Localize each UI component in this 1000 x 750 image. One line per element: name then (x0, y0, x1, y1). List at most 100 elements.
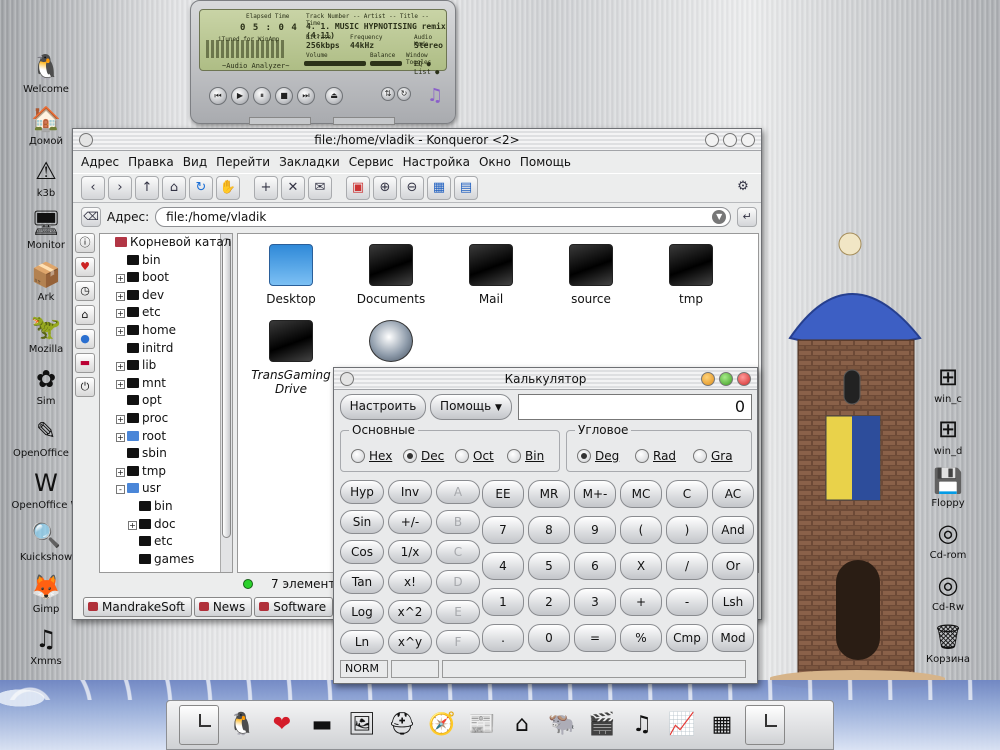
address-dropdown-icon[interactable]: ▼ (712, 210, 727, 224)
konqueror-gear-icon[interactable]: ⚙ (731, 176, 755, 200)
up-button[interactable]: ↑ (135, 176, 159, 200)
bookmark-folder[interactable]: Software (254, 597, 334, 617)
tree-item[interactable]: + tmp (100, 463, 232, 481)
calc-key-xky[interactable]: x^y (388, 630, 432, 654)
reload-button[interactable]: ↻ (189, 176, 213, 200)
tree-item[interactable]: + proc (100, 410, 232, 428)
panel-tux-icon[interactable]: 🐧 (225, 708, 259, 742)
menu-item[interactable]: Настройка (403, 155, 470, 169)
bookmark-folder[interactable]: MandrakeSoft (83, 597, 192, 617)
calc-key-mkk[interactable]: M+- (574, 480, 616, 508)
bookmark-folder[interactable]: News (193, 597, 253, 617)
calc-key-0[interactable]: 0 (528, 624, 570, 652)
file-item[interactable]: Mail (446, 234, 536, 306)
tree-item[interactable]: + root (100, 428, 232, 446)
calc-key-2[interactable]: 2 (528, 588, 570, 616)
calc-key-inv[interactable]: Inv (388, 480, 432, 504)
menu-item[interactable]: Правка (128, 155, 174, 169)
winamp-player[interactable]: Elapsed Time 0 5 : 0 4 iTuned for WinAmp… (190, 0, 456, 125)
tree-item[interactable]: games (100, 551, 232, 569)
sidebar-tab-bookmarks[interactable]: ♥ (75, 257, 95, 277)
sidebar-tab-home[interactable]: ⌂ (75, 305, 95, 325)
calculator-window[interactable]: Калькулятор Настроить Помощь ▼ 0 Основны… (333, 367, 758, 684)
sidebar-tab-services[interactable]: ⏻ (75, 377, 95, 397)
menu-item[interactable]: Помощь (520, 155, 571, 169)
panel-terminal-icon[interactable]: ▬ (305, 708, 339, 742)
tree-expander-icon[interactable]: - (116, 485, 125, 495)
pause-button[interactable]: ⏸ (253, 87, 271, 105)
calc-key-x[interactable]: X (620, 552, 662, 580)
tree-expander-icon[interactable]: + (116, 432, 125, 442)
address-input[interactable]: file:/home/vladik ▼ (155, 207, 732, 227)
configure-button[interactable]: Настроить (340, 394, 426, 420)
panel-clock-icon[interactable] (179, 705, 219, 745)
calc-window-menu-button[interactable] (340, 372, 354, 386)
balance-slider[interactable] (370, 61, 402, 66)
calc-key-c[interactable]: C (666, 480, 708, 508)
calc-key-ac[interactable]: AC (712, 480, 754, 508)
calc-minimize-button[interactable] (701, 372, 715, 386)
tree-expander-icon[interactable]: + (116, 291, 125, 301)
calc-key-xk[interactable]: x! (388, 570, 432, 594)
radio-oct[interactable]: Oct (455, 449, 494, 463)
panel-clapper-icon[interactable]: 🎬 (585, 708, 619, 742)
properties-button[interactable]: ✉ (308, 176, 332, 200)
menu-item[interactable]: Окно (479, 155, 511, 169)
sidebar-tab-history[interactable]: ◷ (75, 281, 95, 301)
eq-list-toggles[interactable]: EQ ● List ● (414, 60, 446, 76)
tree-item[interactable]: opt (100, 392, 232, 410)
tree-item[interactable]: Корневой катало (100, 234, 232, 252)
tree-expander-icon[interactable]: + (116, 379, 125, 389)
calculator-titlebar[interactable]: Калькулятор (334, 368, 757, 390)
calc-key-k[interactable]: % (620, 624, 662, 652)
menu-item[interactable]: Сервис (349, 155, 394, 169)
panel-heart-icon[interactable]: ❤ (265, 708, 299, 742)
file-item[interactable]: tmp (646, 234, 736, 306)
back-button[interactable]: ‹ (81, 176, 105, 200)
calc-key-or[interactable]: Or (712, 552, 754, 580)
menu-item[interactable]: Вид (183, 155, 207, 169)
tree-expander-icon[interactable]: + (116, 326, 125, 336)
radio-deg[interactable]: Deg (577, 449, 619, 463)
calc-key-hyp[interactable]: Hyp (340, 480, 384, 504)
file-item[interactable]: Documents (346, 234, 436, 306)
tree-item[interactable]: + doc (100, 516, 232, 534)
panel-cd-icon[interactable]: ⛑ (385, 708, 419, 742)
calc-key-d[interactable]: D (436, 570, 480, 594)
calc-key-cmp[interactable]: Cmp (666, 624, 708, 652)
position-bar-left[interactable] (249, 117, 311, 125)
calc-key-7[interactable]: 7 (482, 516, 524, 544)
tree-item[interactable]: + dev (100, 287, 232, 305)
window-menu-button[interactable] (79, 133, 93, 147)
calc-key-k[interactable]: ) (666, 516, 708, 544)
calc-key-ee[interactable]: EE (482, 480, 524, 508)
calc-key-kkk[interactable]: +/- (388, 510, 432, 534)
tree-item[interactable]: + home (100, 322, 232, 340)
calc-maximize-button[interactable] (719, 372, 733, 386)
icon-view-button[interactable]: ▦ (427, 176, 451, 200)
calc-key-f[interactable]: F (436, 630, 480, 654)
radio-hex[interactable]: Hex (351, 449, 392, 463)
zoom-in-button[interactable]: ⊕ (373, 176, 397, 200)
tree-item[interactable]: - usr (100, 480, 232, 498)
tree-expander-icon[interactable]: + (116, 467, 125, 477)
panel-chart-icon[interactable]: 📈 (665, 708, 699, 742)
panel-music-icon[interactable]: ♫ (625, 708, 659, 742)
shuffle-button[interactable]: ⇅ (381, 87, 395, 101)
calc-key-k[interactable]: ( (620, 516, 662, 544)
calc-key-e[interactable]: E (436, 600, 480, 624)
calc-key-c[interactable]: C (436, 540, 480, 564)
calc-key-k[interactable]: . (482, 624, 524, 652)
radio-rad[interactable]: Rad (635, 449, 676, 463)
calc-key-9[interactable]: 9 (574, 516, 616, 544)
tree-expander-icon[interactable]: + (116, 414, 125, 424)
tree-item[interactable]: + boot (100, 269, 232, 287)
calc-key-3[interactable]: 3 (574, 588, 616, 616)
calc-close-button[interactable] (737, 372, 751, 386)
radio-dec[interactable]: Dec (403, 449, 444, 463)
delete-button[interactable]: ✕ (281, 176, 305, 200)
calc-key-1[interactable]: 1 (482, 588, 524, 616)
calc-key-xk2[interactable]: x^2 (388, 600, 432, 624)
eject-button[interactable]: ⏏ (325, 87, 343, 105)
calc-key-tan[interactable]: Tan (340, 570, 384, 594)
